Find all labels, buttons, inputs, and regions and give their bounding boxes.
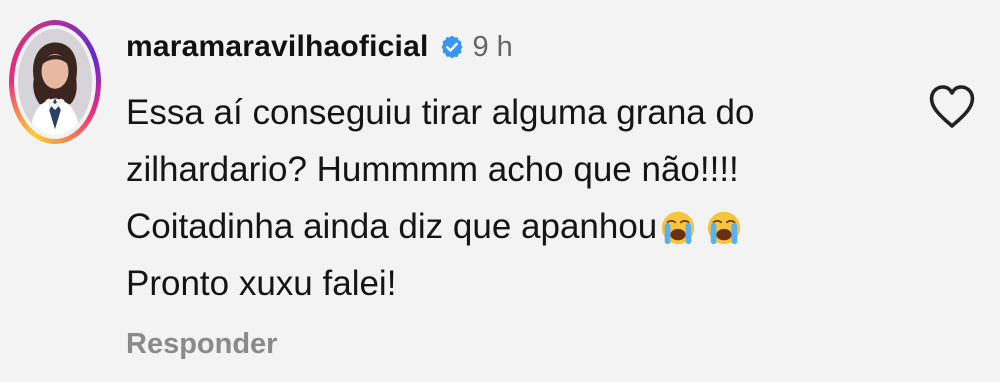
comment-item: maramaravilhaoficial 9 h Essa aí consegu… (0, 0, 1000, 382)
reply-button[interactable]: Responder (126, 328, 277, 361)
comment-timestamp: 9 h (472, 30, 513, 63)
comment-header: maramaravilhaoficial 9 h (126, 24, 513, 70)
crying-face-emoji-icon (659, 208, 697, 246)
username-link[interactable]: maramaravilhaoficial (126, 30, 429, 64)
comment-line-3: Coitadinha ainda diz que apanhou (126, 207, 658, 246)
comment-line-4: Pronto xuxu falei! (126, 264, 397, 303)
verified-badge-icon (439, 34, 465, 60)
crying-face-emoji-icon (705, 208, 743, 246)
avatar-image (18, 29, 92, 135)
heart-outline-icon (929, 85, 975, 128)
like-button[interactable] (928, 84, 976, 130)
avatar-story-ring[interactable] (9, 20, 101, 144)
comment-text: Essa aí conseguiu tirar alguma grana do … (126, 84, 906, 312)
comment-line-1: Essa aí conseguiu tirar alguma grana do (126, 93, 755, 132)
avatar[interactable] (18, 29, 92, 135)
comment-line-2: zilhardario? Hummmm acho que não!!!! (126, 150, 739, 189)
comment-line-3-wrapper: Coitadinha ainda diz que apanhou (126, 198, 906, 255)
